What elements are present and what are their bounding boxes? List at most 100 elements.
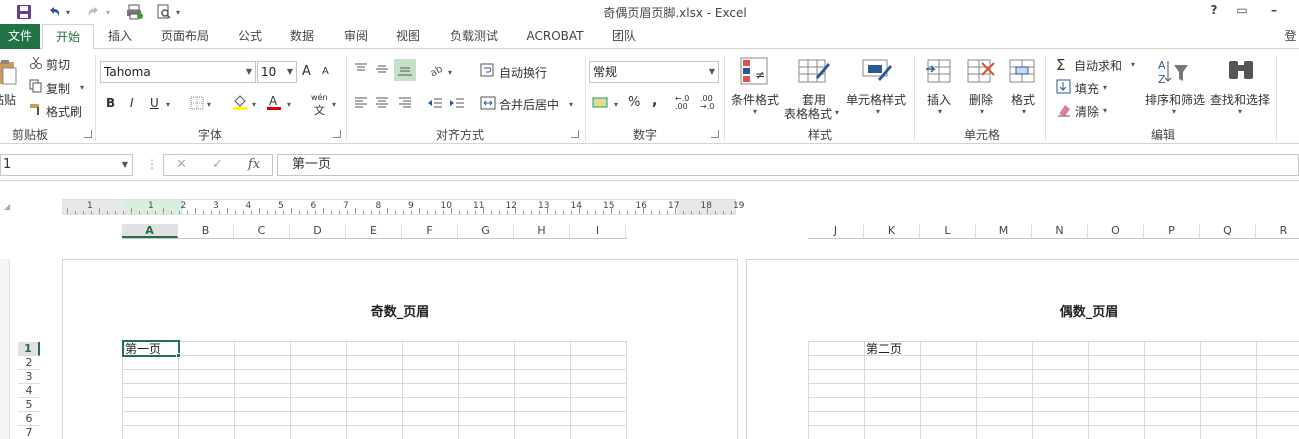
paste-label[interactable]: 粘贴: [0, 91, 16, 108]
minimize-button[interactable]: –: [1264, 3, 1284, 19]
fill-handle[interactable]: [176, 353, 181, 358]
find-select-dropdown-icon[interactable]: ▾: [1238, 107, 1242, 116]
row-header-7[interactable]: 7: [18, 426, 40, 439]
cell-styles-label[interactable]: 单元格样式: [846, 91, 906, 108]
delete-cells-dropdown-icon[interactable]: ▾: [980, 107, 984, 116]
odd-page-header[interactable]: 奇数_页眉: [63, 301, 737, 320]
copy-icon[interactable]: [29, 79, 43, 96]
conditional-format-icon[interactable]: ≠: [740, 57, 770, 90]
merge-center-icon[interactable]: [480, 95, 496, 114]
italic-button[interactable]: I: [130, 96, 134, 110]
column-header-n[interactable]: N: [1032, 224, 1088, 238]
clear-icon[interactable]: [1056, 102, 1072, 121]
increase-indent-icon[interactable]: [449, 95, 465, 114]
tab-file[interactable]: 文件: [0, 24, 40, 49]
insert-cells-icon[interactable]: [924, 57, 954, 90]
underline-button[interactable]: U: [150, 96, 159, 110]
clipboard-launcher-icon[interactable]: [84, 130, 92, 138]
cut-label[interactable]: 剪切: [46, 56, 70, 73]
align-top-icon[interactable]: [353, 61, 369, 80]
column-header-l[interactable]: L: [920, 224, 976, 238]
column-header-q[interactable]: Q: [1200, 224, 1256, 238]
cell-K1[interactable]: 第二页: [866, 342, 902, 356]
column-header-k[interactable]: K: [864, 224, 920, 238]
insert-cells-dropdown-icon[interactable]: ▾: [938, 107, 942, 116]
cell-grid-left[interactable]: [122, 341, 627, 439]
delete-cells-label[interactable]: 删除: [969, 91, 993, 108]
help-button[interactable]: ?: [1204, 3, 1224, 19]
decrease-indent-icon[interactable]: [427, 95, 443, 114]
fill-icon[interactable]: [1056, 79, 1072, 98]
format-cells-icon[interactable]: [1008, 57, 1038, 90]
row-header-6[interactable]: 6: [18, 412, 40, 426]
format-painter-icon[interactable]: [29, 102, 43, 119]
tab-data[interactable]: 数据: [278, 24, 326, 49]
align-center-icon[interactable]: [374, 95, 390, 114]
font-color-icon[interactable]: A: [266, 93, 282, 114]
font-color-dropdown-icon[interactable]: ▾: [287, 100, 291, 109]
column-header-g[interactable]: G: [458, 224, 514, 238]
column-header-j[interactable]: J: [808, 224, 864, 238]
shrink-font-button[interactable]: A: [322, 66, 329, 77]
column-header-a[interactable]: A: [122, 224, 178, 238]
format-cells-label[interactable]: 格式: [1011, 91, 1035, 108]
align-middle-icon[interactable]: [374, 61, 390, 80]
phonetic-guide-label[interactable]: wén: [311, 93, 328, 102]
merge-dropdown-icon[interactable]: ▾: [569, 100, 573, 109]
tab-view[interactable]: 视图: [384, 24, 432, 49]
formula-input[interactable]: 第一页: [277, 154, 1299, 176]
select-all-icon[interactable]: ◢: [4, 202, 10, 211]
column-header-f[interactable]: F: [402, 224, 458, 238]
bold-button[interactable]: B: [106, 96, 115, 110]
cut-icon[interactable]: [29, 56, 43, 73]
clear-dropdown-icon[interactable]: ▾: [1103, 106, 1107, 115]
wrap-text-icon[interactable]: [480, 63, 496, 82]
row-header-1[interactable]: 1: [18, 342, 40, 356]
increase-decimal-button[interactable]: ←.0 .00: [675, 95, 693, 111]
fill-label[interactable]: 填充: [1075, 80, 1099, 97]
tab-review[interactable]: 审阅: [332, 24, 380, 49]
tab-formulas[interactable]: 公式: [226, 24, 274, 49]
column-header-i[interactable]: I: [570, 224, 626, 238]
number-launcher-icon[interactable]: [711, 130, 719, 138]
tab-load-test[interactable]: 负载测试: [444, 24, 504, 49]
align-left-icon[interactable]: [353, 95, 369, 114]
alignment-launcher-icon[interactable]: [571, 130, 579, 138]
row-header-4[interactable]: 4: [18, 384, 40, 398]
font-launcher-icon[interactable]: [333, 130, 341, 138]
sort-filter-label[interactable]: 排序和筛选: [1145, 91, 1205, 108]
format-painter-label[interactable]: 格式刷: [46, 103, 82, 120]
conditional-format-label[interactable]: 条件格式: [731, 91, 779, 108]
align-bottom-icon[interactable]: [394, 59, 416, 81]
column-header-h[interactable]: H: [514, 224, 570, 238]
border-dropdown-icon[interactable]: ▾: [207, 100, 211, 109]
find-select-icon[interactable]: [1226, 57, 1256, 90]
name-box[interactable]: 1 ▼: [0, 154, 133, 176]
format-cells-dropdown-icon[interactable]: ▾: [1022, 107, 1026, 116]
paste-icon[interactable]: [0, 59, 18, 88]
ribbon-display-button[interactable]: ▭: [1232, 3, 1252, 19]
fill-color-dropdown-icon[interactable]: ▾: [252, 100, 256, 109]
column-header-m[interactable]: M: [976, 224, 1032, 238]
orientation-dropdown-icon[interactable]: ▾: [448, 68, 452, 77]
insert-function-icon[interactable]: fx: [248, 157, 260, 172]
enter-icon[interactable]: ✓: [212, 157, 223, 172]
find-select-label[interactable]: 查找和选择: [1210, 91, 1270, 108]
format-as-table-dropdown-icon[interactable]: ▾: [835, 108, 839, 117]
clear-label[interactable]: 清除: [1075, 103, 1099, 120]
fill-color-icon[interactable]: [232, 93, 248, 114]
column-header-o[interactable]: O: [1088, 224, 1144, 238]
number-format-select[interactable]: 常规 ▼: [589, 61, 719, 83]
insert-cells-label[interactable]: 插入: [927, 91, 951, 108]
column-header-e[interactable]: E: [346, 224, 402, 238]
phonetic-dropdown-icon[interactable]: ▾: [332, 100, 336, 109]
font-name-select[interactable]: Tahoma ▼: [100, 61, 256, 83]
cancel-icon[interactable]: ✕: [176, 157, 187, 172]
cell-styles-icon[interactable]: [862, 57, 894, 90]
font-size-select[interactable]: 10 ▼: [257, 61, 297, 83]
sign-in-link[interactable]: 登: [1282, 24, 1299, 49]
phonetic-guide-icon[interactable]: 文: [314, 102, 325, 118]
comma-style-button[interactable]: ,: [652, 93, 657, 109]
column-header-r[interactable]: R: [1256, 224, 1299, 238]
column-header-d[interactable]: D: [290, 224, 346, 238]
